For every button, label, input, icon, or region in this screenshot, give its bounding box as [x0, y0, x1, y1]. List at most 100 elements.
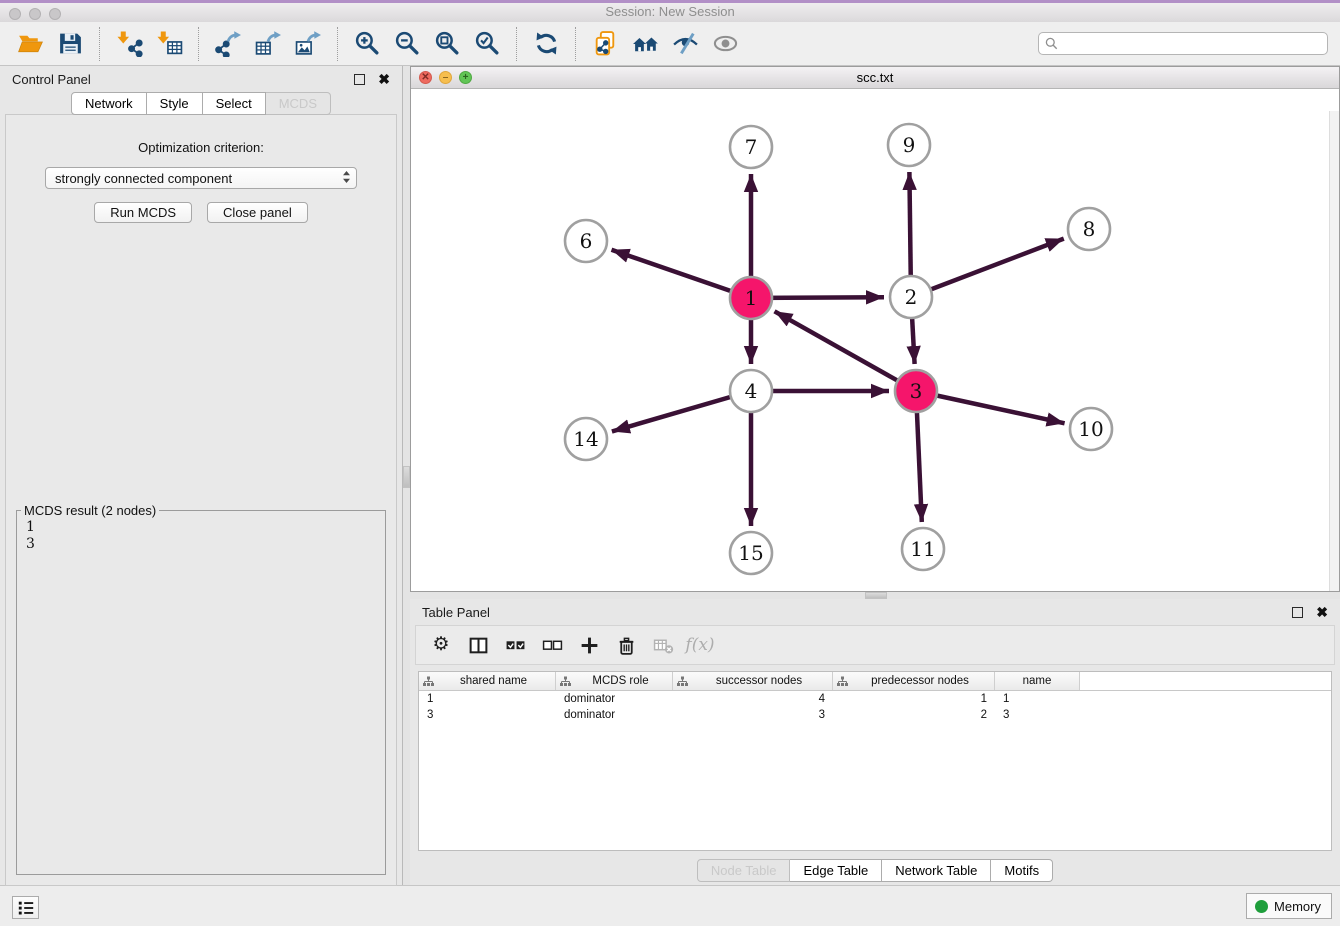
main-region: Control Panel ✖ NetworkStyleSelectMCDS O…	[0, 66, 1340, 886]
right-area: scc.txt ✕ – + 7 9 6 8 1 2 4 3 14 10	[410, 66, 1340, 886]
table-tab-network-table[interactable]: Network Table	[882, 859, 991, 882]
vertical-splitter-grip[interactable]	[403, 466, 410, 488]
optimization-value: strongly connected component	[55, 171, 232, 186]
svg-text:2: 2	[905, 285, 918, 309]
horizontal-splitter-grip[interactable]	[865, 592, 887, 599]
table-row[interactable]: 1dominator411	[419, 691, 1331, 707]
optimization-label: Optimization criterion:	[138, 140, 264, 155]
close-window-button[interactable]	[9, 8, 21, 20]
export-network-icon[interactable]	[212, 28, 244, 60]
hierarchy-icon	[677, 676, 688, 687]
network-minimize-button[interactable]: –	[439, 71, 452, 84]
zoom-selected-icon[interactable]	[471, 28, 503, 60]
import-network-icon[interactable]	[113, 28, 145, 60]
table-row[interactable]: 3dominator323	[419, 707, 1331, 723]
graph-edge-3-1[interactable]	[775, 311, 917, 391]
network-close-button[interactable]: ✕	[419, 71, 432, 84]
graph-edge-3-10[interactable]	[916, 391, 1065, 423]
table-cell[interactable]: 3	[995, 709, 1080, 721]
float-table-panel-icon[interactable]	[1292, 607, 1303, 618]
delete-table-icon	[650, 632, 676, 658]
table-cell[interactable]: dominator	[556, 709, 673, 721]
graph-node-15[interactable]: 15	[730, 532, 772, 574]
svg-text:15: 15	[738, 541, 763, 565]
function-builder-icon: f(x)	[687, 632, 713, 658]
hierarchy-icon	[423, 676, 434, 687]
export-image-icon[interactable]	[292, 28, 324, 60]
graph-edge-2-8[interactable]	[911, 239, 1064, 297]
table-cell[interactable]: 2	[833, 709, 995, 721]
table-cell[interactable]: 4	[673, 693, 833, 705]
add-row-icon[interactable]	[576, 632, 602, 658]
table-cell[interactable]: 3	[419, 709, 556, 721]
gear-icon[interactable]: ⚙	[428, 632, 454, 658]
vertical-splitter[interactable]	[403, 66, 410, 886]
export-table-icon[interactable]	[252, 28, 284, 60]
eye-slash-icon[interactable]	[669, 28, 701, 60]
open-folder-icon[interactable]	[14, 28, 46, 60]
graph-canvas[interactable]: 7 9 6 8 1 2 4 3 14 10 15 11	[411, 89, 1339, 591]
table-cell[interactable]: 3	[673, 709, 833, 721]
import-table-icon[interactable]	[153, 28, 185, 60]
table-cell[interactable]: 1	[833, 693, 995, 705]
refresh-icon[interactable]	[530, 28, 562, 60]
select-all-icon[interactable]	[502, 632, 528, 658]
horizontal-splitter[interactable]	[410, 592, 1340, 599]
column-header-name[interactable]: name	[995, 672, 1080, 690]
table-tab-node-table[interactable]: Node Table	[697, 859, 791, 882]
save-icon[interactable]	[54, 28, 86, 60]
graph-node-2[interactable]: 2	[890, 276, 932, 318]
minimize-window-button[interactable]	[29, 8, 41, 20]
table-cell[interactable]: 1	[419, 693, 556, 705]
control-tab-network[interactable]: Network	[71, 92, 147, 115]
control-tab-style[interactable]: Style	[147, 92, 203, 115]
graph-node-11[interactable]: 11	[902, 528, 944, 570]
run-mcds-button[interactable]: Run MCDS	[94, 202, 192, 223]
network-vertical-scrollbar[interactable]	[1329, 111, 1339, 591]
graph-node-1[interactable]: 1	[730, 277, 772, 319]
graph-node-4[interactable]: 4	[730, 370, 772, 412]
mcds-result-title: MCDS result (2 nodes)	[21, 503, 159, 518]
optimization-select[interactable]: strongly connected component	[45, 167, 357, 189]
table-tab-edge-table[interactable]: Edge Table	[790, 859, 882, 882]
eye-icon[interactable]	[709, 28, 741, 60]
network-maximize-button[interactable]: +	[459, 71, 472, 84]
table-cell[interactable]: 1	[995, 693, 1080, 705]
close-panel-button[interactable]: Close panel	[207, 202, 308, 223]
graph-node-10[interactable]: 10	[1070, 408, 1112, 450]
column-header-shared-name[interactable]: shared name	[419, 672, 556, 690]
zoom-out-icon[interactable]	[391, 28, 423, 60]
graph-node-7[interactable]: 7	[730, 126, 772, 168]
search-box[interactable]	[1038, 32, 1328, 55]
float-panel-icon[interactable]	[354, 74, 365, 85]
search-input[interactable]	[1062, 36, 1321, 52]
column-header-successor-nodes[interactable]: successor nodes	[673, 672, 833, 690]
app-titlebar: Session: New Session	[0, 0, 1340, 22]
clone-network-icon[interactable]	[589, 28, 621, 60]
graph-node-8[interactable]: 8	[1068, 208, 1110, 250]
zoom-fit-icon[interactable]	[431, 28, 463, 60]
close-panel-icon[interactable]: ✖	[378, 72, 390, 86]
task-history-button[interactable]	[12, 896, 39, 919]
table-cell[interactable]: dominator	[556, 693, 673, 705]
graph-node-3[interactable]: 3	[895, 370, 937, 412]
columns-icon[interactable]	[465, 632, 491, 658]
toolbar-separator	[516, 27, 517, 61]
zoom-in-icon[interactable]	[351, 28, 383, 60]
column-header-predecessor-nodes[interactable]: predecessor nodes	[833, 672, 995, 690]
houses-icon[interactable]	[629, 28, 661, 60]
control-tab-select[interactable]: Select	[203, 92, 266, 115]
delete-row-icon[interactable]	[613, 632, 639, 658]
maximize-window-button[interactable]	[49, 8, 61, 20]
close-table-panel-icon[interactable]: ✖	[1316, 605, 1328, 619]
graph-node-9[interactable]: 9	[888, 124, 930, 166]
network-graph[interactable]: 7 9 6 8 1 2 4 3 14 10 15 11	[411, 89, 1330, 591]
control-tab-mcds[interactable]: MCDS	[266, 92, 331, 115]
column-header-MCDS-role[interactable]: MCDS role	[556, 672, 673, 690]
graph-node-6[interactable]: 6	[565, 220, 607, 262]
memory-button[interactable]: Memory	[1246, 893, 1332, 919]
clear-selection-icon[interactable]	[539, 632, 565, 658]
graph-node-14[interactable]: 14	[565, 418, 607, 460]
table-tab-motifs[interactable]: Motifs	[991, 859, 1053, 882]
mcds-result-text[interactable]: 1 3	[26, 519, 35, 553]
